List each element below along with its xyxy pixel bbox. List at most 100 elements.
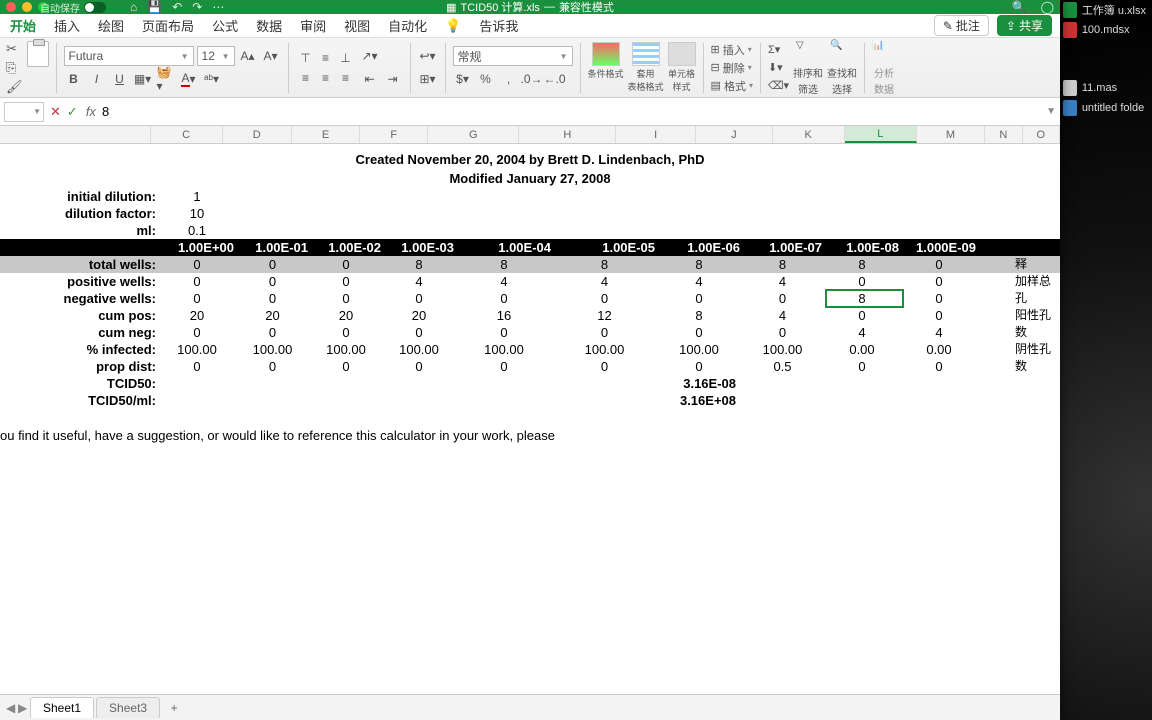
cell[interactable]: 100.00 bbox=[744, 341, 826, 358]
cell[interactable]: 0 bbox=[161, 324, 238, 341]
cell[interactable]: 0 bbox=[458, 290, 555, 307]
cell[interactable]: 4 bbox=[744, 273, 826, 290]
col-header[interactable]: E bbox=[292, 126, 360, 143]
cell[interactable]: 0.00 bbox=[903, 341, 980, 358]
cut-icon[interactable]: ✂ bbox=[6, 41, 23, 57]
cell[interactable]: 0 bbox=[312, 290, 385, 307]
dilution-cell[interactable]: 1.000E-09 bbox=[903, 239, 980, 256]
cell[interactable]: 4 bbox=[555, 273, 659, 290]
align-left-icon[interactable]: ≡ bbox=[296, 68, 316, 88]
menu-home[interactable]: 开始 bbox=[10, 16, 36, 35]
cell[interactable]: 0 bbox=[903, 256, 980, 273]
delete-cells-button[interactable]: ⊟删除▾ bbox=[711, 60, 753, 76]
cell[interactable]: 4 bbox=[385, 273, 458, 290]
dilution-cell[interactable]: 1.00E-08 bbox=[826, 239, 903, 256]
cell[interactable]: 0 bbox=[826, 273, 903, 290]
menu-draw[interactable]: 绘图 bbox=[98, 16, 124, 35]
sheet-tab-3[interactable]: Sheet3 bbox=[96, 697, 160, 718]
cell[interactable]: 0 bbox=[161, 290, 238, 307]
cell[interactable]: 100.00 bbox=[238, 341, 312, 358]
underline-button[interactable]: U bbox=[110, 69, 130, 89]
cell[interactable]: 0 bbox=[458, 358, 555, 375]
cell[interactable]: 12 bbox=[555, 307, 659, 324]
orientation-button[interactable]: ↗▾ bbox=[360, 46, 380, 66]
val-ml[interactable]: 0.1 bbox=[161, 222, 238, 239]
indent-dec-icon[interactable]: ⇤ bbox=[360, 69, 380, 89]
dilution-cell[interactable]: 1.00E-07 bbox=[744, 239, 826, 256]
cell[interactable]: 8 bbox=[659, 256, 744, 273]
menu-review[interactable]: 审阅 bbox=[300, 16, 326, 35]
tab-prev-icon[interactable]: ◀ bbox=[6, 701, 16, 715]
fill-color-button[interactable]: 🧺▾ bbox=[156, 69, 176, 89]
val-tcid50[interactable]: 3.16E-08 bbox=[659, 375, 741, 392]
cell[interactable]: 16 bbox=[458, 307, 555, 324]
font-name-combo[interactable]: Futura▼ bbox=[64, 46, 194, 66]
cell[interactable]: 0.5 bbox=[744, 358, 826, 375]
cell[interactable]: 0 bbox=[238, 324, 312, 341]
format-cells-button[interactable]: ▤格式▾ bbox=[711, 78, 753, 94]
minimize-icon[interactable] bbox=[22, 2, 32, 12]
cell[interactable]: 8 bbox=[555, 256, 659, 273]
cell[interactable]: 4 bbox=[826, 324, 903, 341]
menu-insert[interactable]: 插入 bbox=[54, 16, 80, 35]
sheet-tab-1[interactable]: Sheet1 bbox=[30, 697, 94, 718]
cell[interactable]: 0 bbox=[385, 324, 458, 341]
font-size-combo[interactable]: 12▼ bbox=[197, 46, 235, 66]
cell[interactable]: 0 bbox=[555, 324, 659, 341]
col-header[interactable]: K bbox=[773, 126, 845, 143]
dilution-cell[interactable]: 1.00E+00 bbox=[161, 239, 238, 256]
cell[interactable]: 0 bbox=[161, 256, 238, 273]
dilution-cell[interactable]: 1.00E-02 bbox=[312, 239, 385, 256]
cell[interactable]: 0 bbox=[826, 358, 903, 375]
desktop-file-mdsx[interactable]: 100.mdsx bbox=[1063, 22, 1146, 38]
cell[interactable]: 0 bbox=[659, 324, 744, 341]
dilution-cell[interactable]: 1.00E-03 bbox=[385, 239, 458, 256]
menu-data[interactable]: 数据 bbox=[256, 16, 282, 35]
decrease-font-icon[interactable]: A▾ bbox=[261, 46, 281, 66]
cell-styles-button[interactable]: 单元格样式 bbox=[668, 42, 696, 93]
cell[interactable]: 4 bbox=[458, 273, 555, 290]
insert-cells-button[interactable]: ⊞插入▾ bbox=[711, 42, 753, 58]
cell[interactable]: 100.00 bbox=[161, 341, 238, 358]
selected-cell[interactable]: 8 bbox=[826, 290, 903, 307]
cell[interactable]: 4 bbox=[659, 273, 744, 290]
cell[interactable]: 0 bbox=[238, 290, 312, 307]
clear-button[interactable]: ⌫▾ bbox=[768, 78, 789, 94]
expand-formula-icon[interactable]: ▼ bbox=[1046, 106, 1056, 117]
save-icon[interactable]: 💾 bbox=[147, 0, 162, 14]
cell[interactable]: 100.00 bbox=[458, 341, 555, 358]
cell[interactable]: 20 bbox=[312, 307, 385, 324]
cell[interactable]: 20 bbox=[238, 307, 312, 324]
cell[interactable]: 0 bbox=[555, 290, 659, 307]
cell[interactable]: 0 bbox=[238, 358, 312, 375]
align-top-icon[interactable]: ⊤ bbox=[296, 48, 316, 68]
cancel-formula-icon[interactable]: ✕ bbox=[50, 104, 61, 120]
share-button[interactable]: ⇪共享 bbox=[997, 15, 1052, 36]
cell[interactable]: 0 bbox=[826, 307, 903, 324]
comments-button[interactable]: ✎批注 bbox=[934, 15, 989, 36]
cell[interactable]: 8 bbox=[458, 256, 555, 273]
dilution-cell[interactable]: 1.00E-04 bbox=[458, 239, 555, 256]
cell[interactable]: 100.00 bbox=[555, 341, 659, 358]
wrap-text-button[interactable]: ↩▾ bbox=[418, 46, 438, 66]
cell[interactable]: 4 bbox=[744, 307, 826, 324]
paste-button[interactable] bbox=[27, 41, 49, 67]
fill-button[interactable]: ⬇▾ bbox=[768, 60, 789, 76]
cell[interactable]: 0 bbox=[903, 290, 980, 307]
cell[interactable]: 4 bbox=[903, 324, 980, 341]
cell[interactable]: 0.00 bbox=[826, 341, 903, 358]
name-box[interactable]: ▼ bbox=[4, 102, 44, 122]
fx-icon[interactable]: fx bbox=[86, 104, 96, 119]
cell[interactable]: 20 bbox=[161, 307, 238, 324]
cell[interactable]: 0 bbox=[659, 290, 744, 307]
autosave-toggle[interactable]: 自动保存 bbox=[40, 0, 106, 15]
number-format-combo[interactable]: 常规▼ bbox=[453, 46, 573, 66]
cell[interactable]: 0 bbox=[903, 358, 980, 375]
cell[interactable]: 0 bbox=[659, 358, 744, 375]
cell[interactable]: 100.00 bbox=[659, 341, 744, 358]
cell[interactable]: 0 bbox=[312, 273, 385, 290]
cell[interactable]: 8 bbox=[659, 307, 744, 324]
cell[interactable]: 0 bbox=[744, 324, 826, 341]
cell[interactable]: 100.00 bbox=[385, 341, 458, 358]
col-header[interactable]: M bbox=[917, 126, 985, 143]
